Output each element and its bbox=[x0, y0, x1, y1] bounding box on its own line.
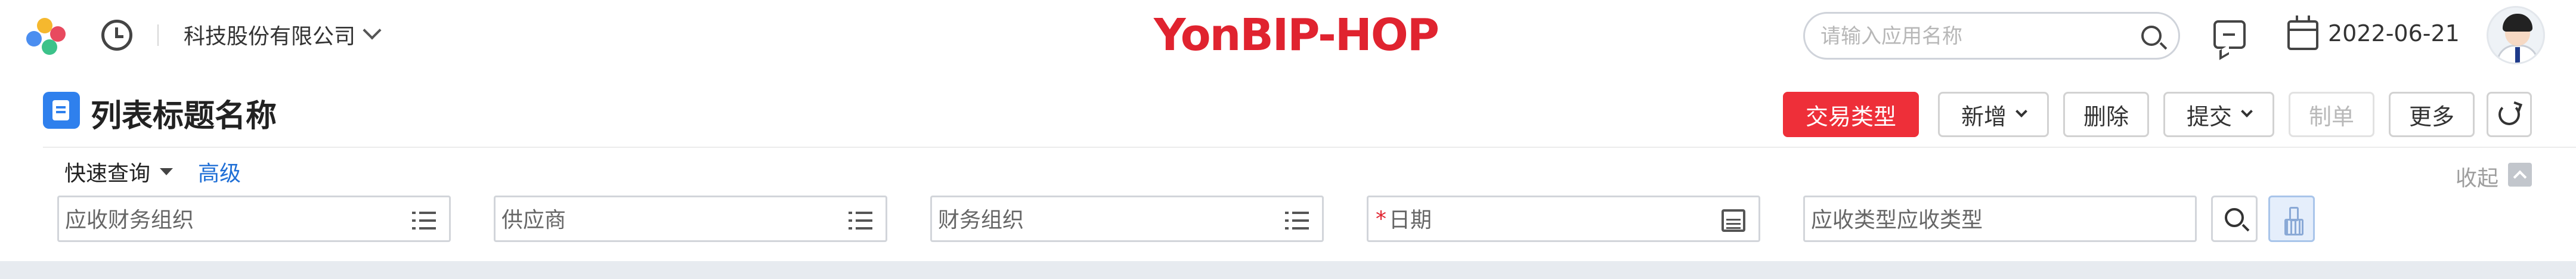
calendar-icon[interactable] bbox=[2287, 16, 2318, 50]
finance-org-input[interactable] bbox=[938, 207, 1272, 233]
recent-history-icon[interactable] bbox=[101, 20, 132, 51]
avatar[interactable] bbox=[2487, 6, 2545, 64]
add-button-label: 新增 bbox=[1961, 103, 2007, 130]
app-logo-icon[interactable] bbox=[26, 18, 66, 55]
submit-button[interactable]: 提交 bbox=[2163, 92, 2274, 137]
calendar-icon[interactable] bbox=[1722, 209, 1745, 232]
date-input[interactable] bbox=[1389, 207, 1723, 233]
chevron-down-icon[interactable] bbox=[363, 21, 382, 40]
list-icon[interactable] bbox=[849, 212, 872, 230]
brand-logo: YonBIP-HOP bbox=[1154, 10, 1439, 61]
document-icon bbox=[43, 92, 80, 129]
search-button[interactable] bbox=[2211, 196, 2258, 242]
refresh-button[interactable] bbox=[2487, 92, 2532, 137]
list-icon[interactable] bbox=[1285, 212, 1309, 230]
add-button[interactable]: 新增 bbox=[1938, 92, 2049, 137]
app-search-input[interactable] bbox=[1820, 22, 2131, 51]
search-icon[interactable] bbox=[2141, 26, 2162, 46]
date-field[interactable]: * bbox=[1367, 196, 1760, 242]
finance-org-field[interactable] bbox=[930, 196, 1324, 242]
quick-query-dropdown[interactable]: 快速查询 bbox=[64, 156, 150, 187]
content-area-edge bbox=[0, 261, 2576, 279]
collapse-link[interactable]: 收起 bbox=[2456, 161, 2498, 192]
submit-button-label: 提交 bbox=[2186, 103, 2232, 130]
clear-button[interactable] bbox=[2268, 196, 2315, 242]
receivable-org-field[interactable] bbox=[57, 196, 451, 242]
receivable-type-field[interactable] bbox=[1803, 196, 2197, 242]
current-date: 2022-06-21 bbox=[2328, 20, 2460, 46]
chevron-down-icon bbox=[2241, 106, 2253, 117]
required-mark: * bbox=[1376, 207, 1386, 231]
broom-icon bbox=[2284, 207, 2303, 235]
search-icon bbox=[2225, 208, 2244, 227]
refresh-icon bbox=[2498, 104, 2520, 125]
chevron-down-icon bbox=[2015, 106, 2027, 117]
collapse-up-icon[interactable] bbox=[2508, 163, 2532, 187]
divider bbox=[43, 147, 2576, 148]
app-search-box[interactable] bbox=[1803, 12, 2180, 60]
page-title: 列表标题名称 bbox=[91, 98, 277, 134]
advanced-query-link[interactable]: 高级 bbox=[198, 156, 241, 187]
receivable-type-input[interactable] bbox=[1811, 207, 2145, 233]
supplier-field[interactable] bbox=[494, 196, 887, 242]
top-header: 科技股份有限公司 YonBIP-HOP 2022-06-21 bbox=[0, 0, 2576, 70]
more-button[interactable]: 更多 bbox=[2389, 92, 2475, 137]
caret-down-icon[interactable] bbox=[160, 168, 173, 175]
list-icon[interactable] bbox=[412, 212, 436, 230]
supplier-input[interactable] bbox=[501, 207, 835, 233]
trade-type-button[interactable]: 交易类型 bbox=[1783, 92, 1919, 137]
header-divider bbox=[157, 24, 159, 46]
message-icon[interactable] bbox=[2213, 20, 2246, 49]
org-switcher[interactable]: 科技股份有限公司 bbox=[184, 19, 355, 50]
receivable-org-input[interactable] bbox=[65, 207, 399, 233]
delete-button[interactable]: 删除 bbox=[2063, 92, 2149, 137]
make-order-button[interactable]: 制单 bbox=[2289, 92, 2374, 137]
